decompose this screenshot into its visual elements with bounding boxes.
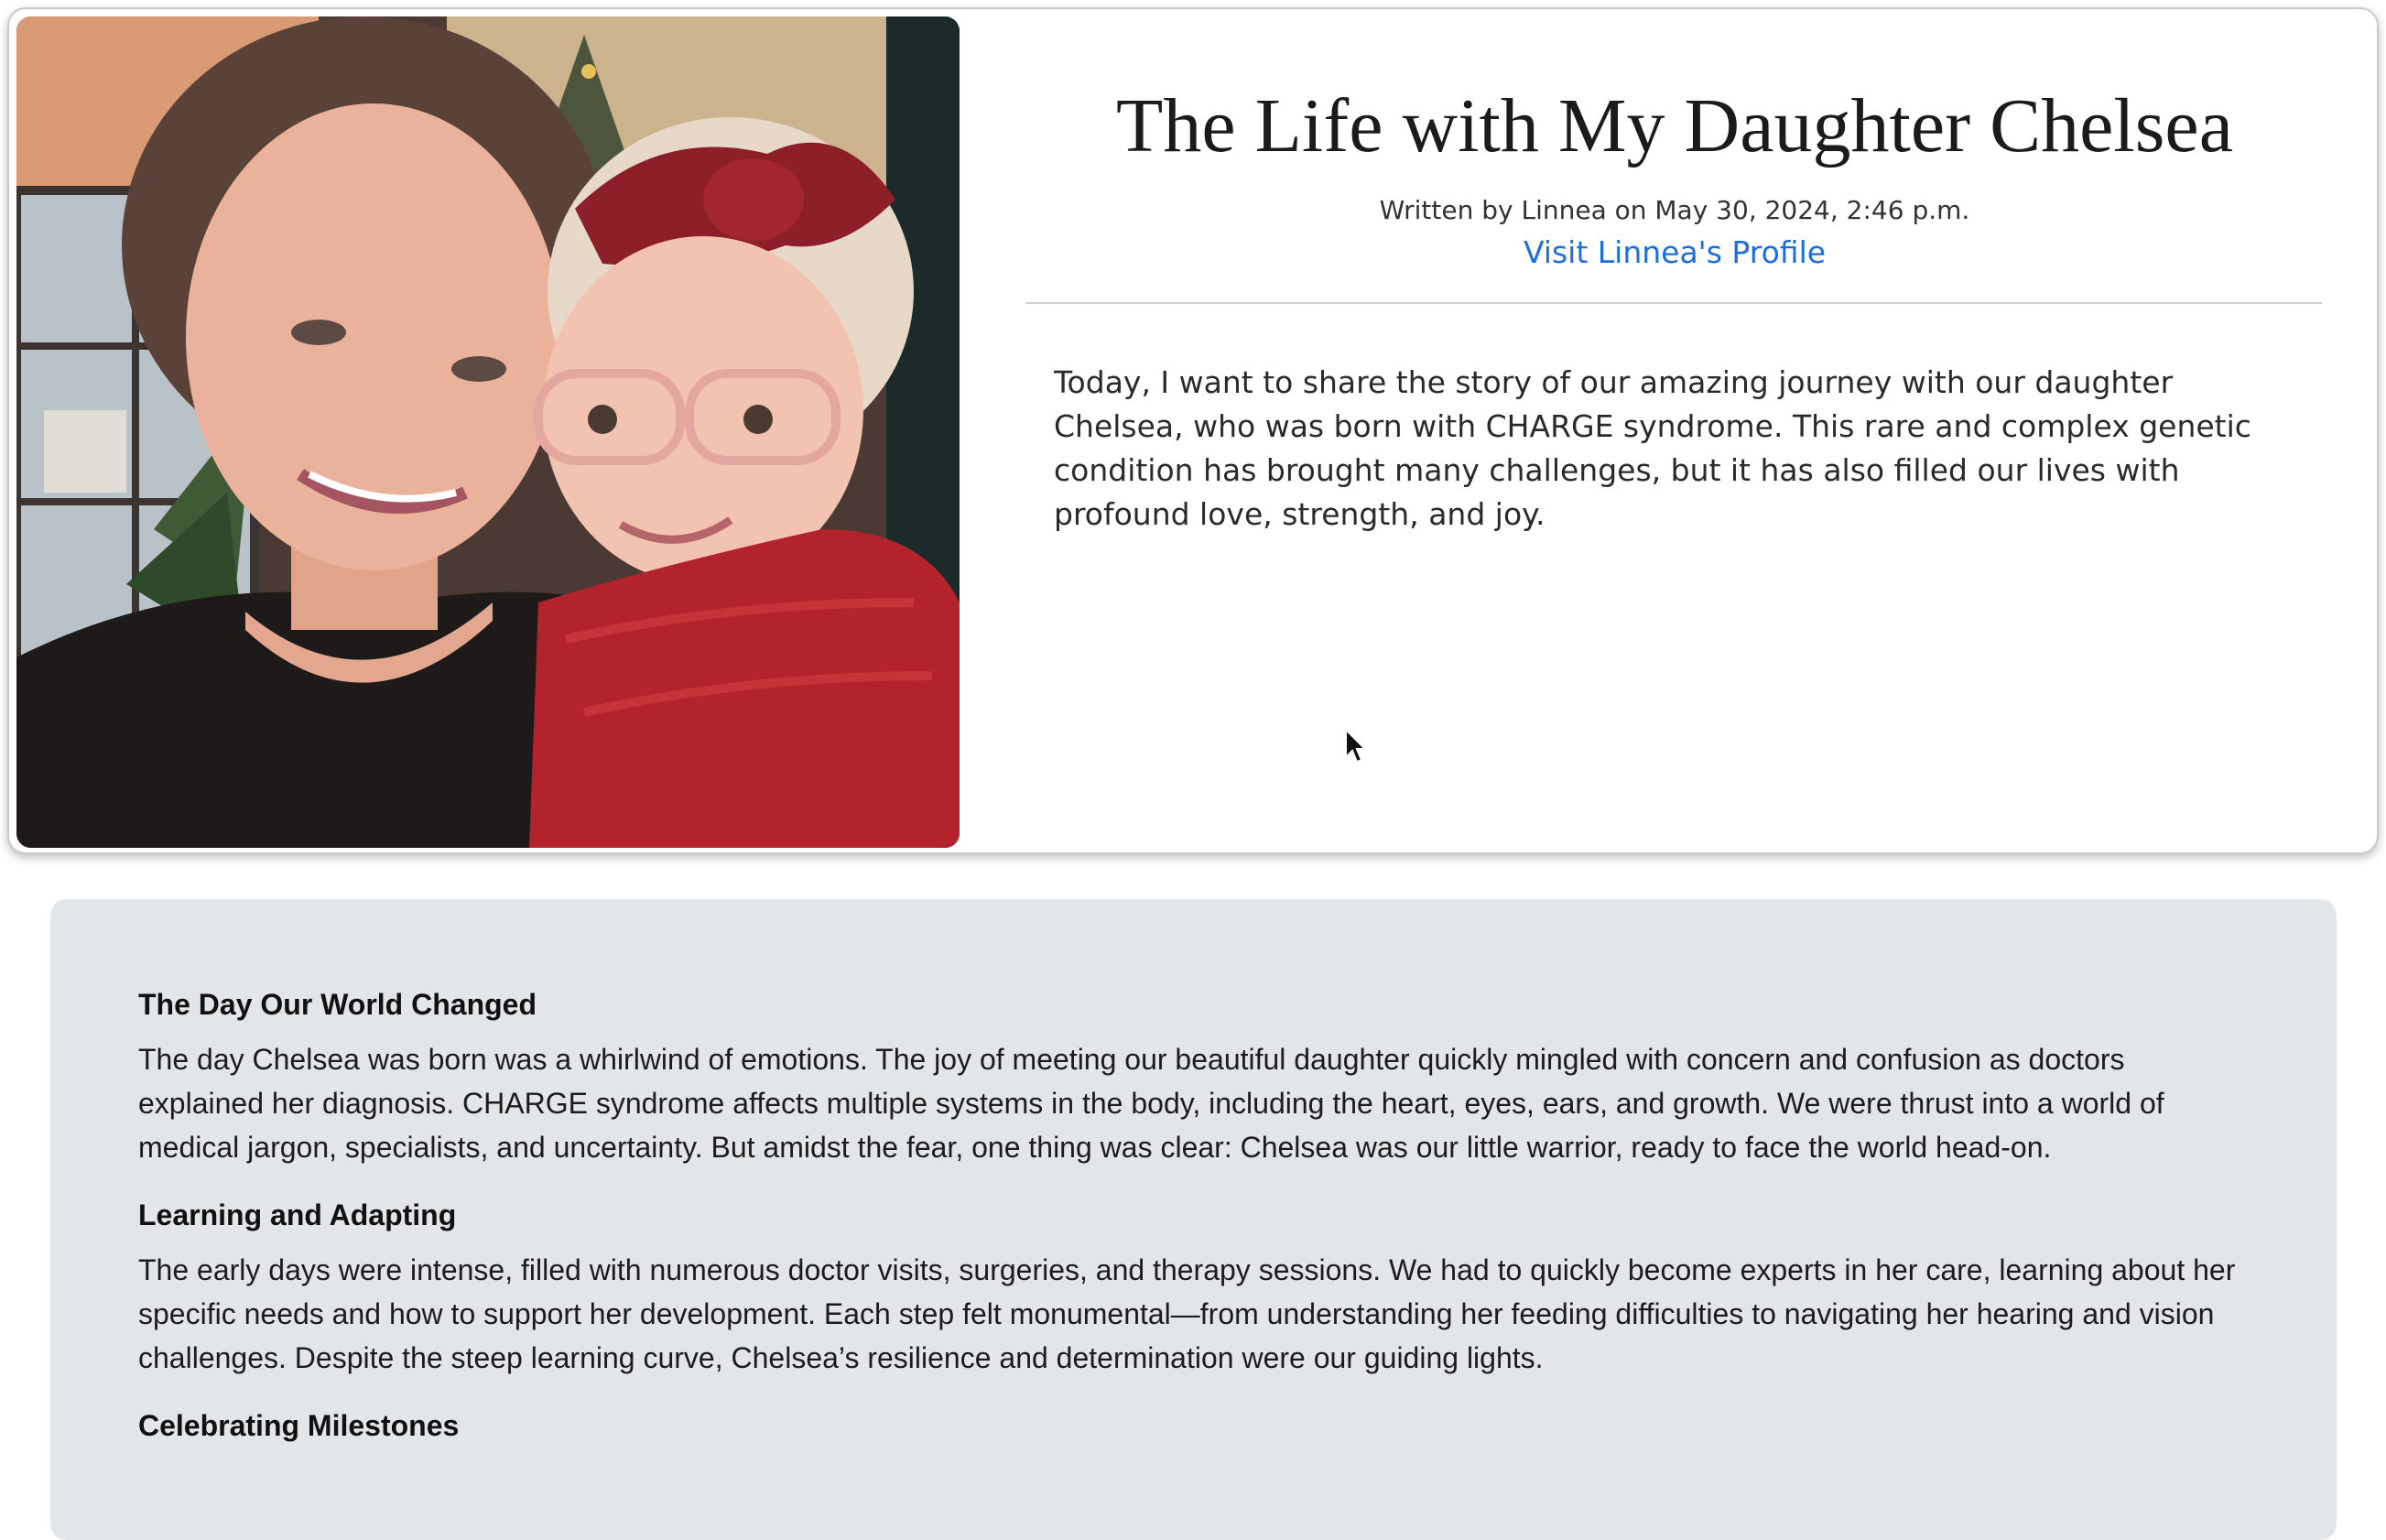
- mother-and-daughter-photo: [16, 16, 960, 848]
- header-divider: [1025, 302, 2322, 304]
- page-title: The Life with My Daughter Chelsea: [1116, 83, 2233, 168]
- section-body: The day Chelsea was born was a whirlwind…: [138, 1043, 2164, 1164]
- post-header-card: The Life with My Daughter Chelsea Writte…: [7, 7, 2379, 854]
- post-byline: Written by Linnea on May 30, 2024, 2:46 …: [1379, 195, 1970, 225]
- story-content: The Day Our World Changed The day Chelse…: [50, 899, 2337, 1540]
- visit-profile-link[interactable]: Visit Linnea's Profile: [1524, 233, 1826, 273]
- section-heading: Learning and Adapting: [138, 1198, 457, 1231]
- section-heading: Celebrating Milestones: [138, 1409, 460, 1442]
- section-heading: The Day Our World Changed: [138, 988, 537, 1021]
- post-header: The Life with My Daughter Chelsea Writte…: [1018, 9, 2331, 273]
- photo-illustration: [16, 16, 960, 848]
- post-intro: Today, I want to share the story of our …: [1054, 364, 2251, 532]
- section-body: The early days were intense, filled with…: [138, 1253, 2236, 1374]
